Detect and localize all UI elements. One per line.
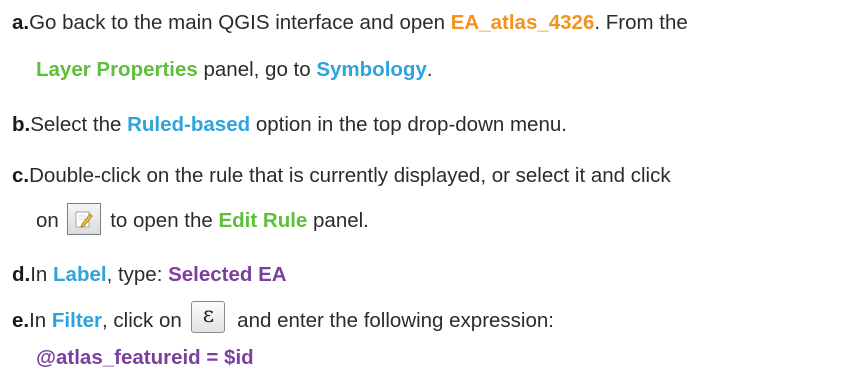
step-text: and enter the following expression: [231, 309, 554, 332]
step-text: In [30, 263, 54, 286]
expression-epsilon-icon: ε [191, 300, 226, 333]
step-text: on [36, 209, 65, 232]
step-e-line2: @atlas_featureid = $id [36, 345, 254, 371]
step-letter: c. [12, 164, 30, 187]
typed-value: Selected EA [168, 263, 287, 286]
tab-name: Symbology [316, 58, 427, 81]
step-text: Go back to the main QGIS interface and o… [29, 11, 451, 34]
step-text: In [29, 309, 52, 332]
step-text: option in the top drop-down menu. [250, 113, 567, 136]
option-name: Ruled-based [127, 113, 251, 136]
step-a-line2: Layer Properties panel, go to Symbology. [36, 57, 433, 83]
field-name: Label [53, 263, 107, 286]
step-b: b.Select the Ruled-based option in the t… [12, 112, 567, 138]
step-letter: e. [12, 309, 30, 332]
step-d: d.In Label, type: Selected EA [12, 262, 287, 288]
step-a: a.Go back to the main QGIS interface and… [12, 10, 688, 36]
step-text: . From the [594, 11, 688, 34]
step-text: , type: [106, 263, 169, 286]
edit-rule-icon [66, 202, 101, 235]
panel-name: Edit Rule [218, 209, 308, 232]
layer-name: EA_atlas_4326 [450, 11, 595, 34]
step-c-line2: on to open the Edit Rule panel. [36, 202, 369, 235]
step-e: e.In Filter, click on ε and enter the fo… [12, 300, 554, 334]
expression-code: @atlas_featureid = $id [36, 346, 254, 369]
step-text: panel. [307, 209, 369, 232]
step-c: c.Double-click on the rule that is curre… [12, 163, 671, 189]
step-text: to open the [104, 209, 219, 232]
field-name: Filter [51, 309, 103, 332]
step-text: , click on [102, 309, 188, 332]
step-text: panel, go to [197, 58, 317, 81]
step-text: Select the [30, 113, 128, 136]
panel-name: Layer Properties [36, 58, 198, 81]
step-letter: a. [12, 11, 30, 34]
step-letter: d. [12, 263, 31, 286]
step-letter: b. [12, 113, 31, 136]
step-text: . [426, 58, 433, 81]
step-text: Double-click on the rule that is current… [29, 164, 671, 187]
